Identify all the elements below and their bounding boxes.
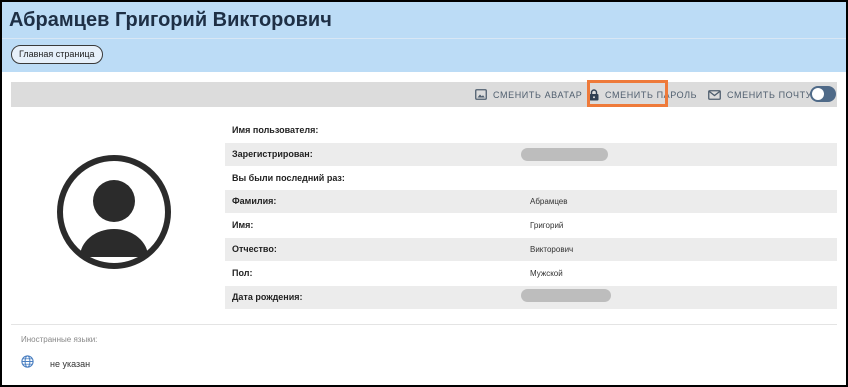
header-divider: [2, 38, 846, 39]
change-password-button[interactable]: СМЕНИТЬ ПАРОЛЬ: [589, 82, 697, 107]
section-divider: [11, 324, 837, 325]
change-avatar-label: СМЕНИТЬ АВАТАР: [493, 89, 583, 100]
change-avatar-button[interactable]: СМЕНИТЬ АВАТАР: [475, 82, 582, 107]
last-seen-label: Вы были последний раз:: [232, 173, 345, 183]
field-row-patronymic: Отчество: Викторович: [225, 238, 837, 261]
languages-value: не указан: [50, 359, 91, 369]
gender-value: Мужской: [530, 269, 563, 278]
gender-label: Пол:: [232, 268, 253, 278]
image-icon: [475, 89, 487, 100]
field-row-gender: Пол: Мужской: [225, 262, 837, 285]
mail-icon: [708, 89, 721, 100]
redacted-value: [521, 148, 608, 161]
field-row-registered: Зарегистрирован:: [225, 143, 837, 166]
birth-date-label: Дата рождения:: [232, 292, 303, 302]
field-row-last-name: Фамилия: Абрамцев: [225, 190, 837, 213]
home-page-button[interactable]: Главная страница: [11, 45, 103, 64]
languages-label: Иностранные языки:: [21, 335, 98, 344]
lock-icon: [589, 88, 599, 101]
toggle-knob: [812, 88, 824, 100]
profile-toolbar: СМЕНИТЬ АВАТАР СМЕНИТЬ ПАРОЛЬ СМЕНИТЬ ПО…: [11, 82, 837, 107]
patronymic-value: Викторович: [530, 245, 574, 254]
globe-icon: [21, 355, 34, 373]
change-email-label: СМЕНИТЬ ПОЧТУ: [727, 89, 813, 100]
theme-toggle[interactable]: [810, 86, 836, 102]
change-password-label: СМЕНИТЬ ПАРОЛЬ: [605, 89, 698, 100]
profile-page: Абрамцев Григорий Викторович Главная стр…: [0, 0, 848, 387]
last-name-value: Абрамцев: [530, 197, 568, 206]
last-name-label: Фамилия:: [232, 196, 277, 206]
page-header: Абрамцев Григорий Викторович Главная стр…: [2, 2, 846, 72]
page-title: Абрамцев Григорий Викторович: [9, 9, 332, 31]
field-row-last-seen: Вы были последний раз:: [225, 167, 837, 190]
field-row-first-name: Имя: Григорий: [225, 214, 837, 237]
first-name-label: Имя:: [232, 220, 254, 230]
patronymic-label: Отчество:: [232, 244, 277, 254]
redacted-value: [521, 289, 611, 302]
username-label: Имя пользователя:: [232, 125, 319, 135]
field-row-username: Имя пользователя:: [225, 119, 837, 142]
registered-label: Зарегистрирован:: [232, 149, 313, 159]
change-email-button[interactable]: СМЕНИТЬ ПОЧТУ: [708, 82, 812, 107]
user-avatar-icon: [57, 155, 171, 274]
first-name-value: Григорий: [530, 221, 564, 230]
languages-row: не указан: [21, 355, 91, 373]
field-row-birth-date: Дата рождения:: [225, 286, 837, 309]
